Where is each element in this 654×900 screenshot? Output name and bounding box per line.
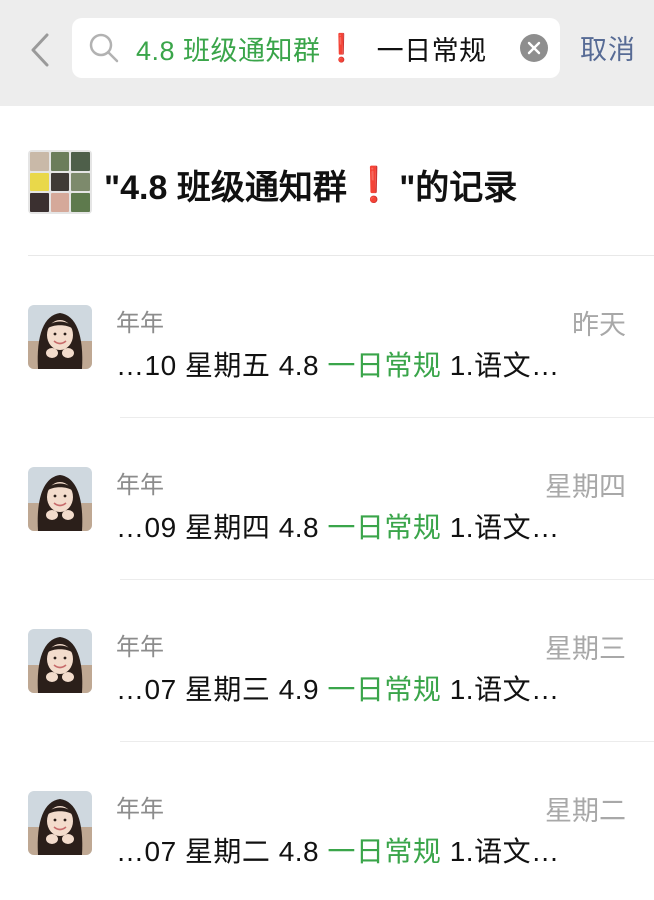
group-member-avatar bbox=[71, 193, 90, 212]
sender-name: 年年 bbox=[116, 634, 164, 661]
exclamation-mark: ❗ bbox=[352, 165, 396, 204]
group-member-avatar bbox=[50, 152, 70, 171]
chat-record-row[interactable]: 年年 星期三 …07 星期三 4.9 一日常规 1.语文… bbox=[0, 580, 654, 742]
avatar bbox=[28, 629, 92, 693]
snippet-highlight: 一日常规 bbox=[327, 512, 442, 543]
avatar-image bbox=[28, 467, 92, 531]
exclamation-mark: ❗ bbox=[324, 33, 359, 63]
avatar-image bbox=[28, 791, 92, 855]
group-member-avatar bbox=[71, 152, 90, 171]
chevron-left-icon bbox=[31, 33, 49, 67]
group-member-avatar bbox=[50, 172, 70, 192]
search-query: 4.8 班级通知群 ❗ 一日常规 bbox=[136, 29, 487, 68]
chat-record-row[interactable]: 年年 星期四 …09 星期四 4.8 一日常规 1.语文… bbox=[0, 418, 654, 580]
sender-name: 年年 bbox=[116, 310, 164, 337]
message-snippet: …10 星期五 4.8 一日常规 1.语文… bbox=[116, 344, 560, 384]
group-member-avatar bbox=[30, 193, 49, 212]
group-member-avatar bbox=[30, 152, 49, 171]
group-avatar bbox=[28, 150, 92, 214]
group-member-avatar bbox=[50, 193, 70, 212]
back-button[interactable] bbox=[22, 28, 58, 72]
group-member-avatar bbox=[30, 172, 49, 192]
snippet-before: …10 星期五 4.8 bbox=[116, 350, 328, 381]
avatar bbox=[28, 791, 92, 855]
message-time: 星期四 bbox=[545, 472, 626, 502]
chat-record-row[interactable]: 年年 星期二 …07 星期二 4.8 一日常规 1.语文… bbox=[0, 742, 654, 900]
message-time: 昨天 bbox=[572, 310, 626, 340]
snippet-after: 1.语文… bbox=[441, 512, 560, 543]
group-title-suffix: "的记录 bbox=[399, 169, 518, 207]
chat-record-row[interactable]: 年年 昨天 …10 星期五 4.8 一日常规 1.语文… bbox=[0, 256, 654, 418]
message-snippet: …07 星期二 4.8 一日常规 1.语文… bbox=[116, 830, 560, 870]
clear-search-button[interactable] bbox=[520, 34, 548, 62]
search-keyword: 一日常规 bbox=[376, 35, 487, 66]
search-bar: 4.8 班级通知群 ❗ 一日常规 取消 bbox=[0, 0, 654, 106]
clear-icon bbox=[527, 41, 541, 55]
group-title-prefix: "4.8 班级通知群 bbox=[104, 169, 347, 207]
avatar bbox=[28, 467, 92, 531]
message-snippet: …07 星期三 4.9 一日常规 1.语文… bbox=[116, 668, 560, 708]
avatar-image bbox=[28, 305, 92, 369]
snippet-highlight: 一日常规 bbox=[327, 836, 442, 867]
message-snippet: …09 星期四 4.8 一日常规 1.语文… bbox=[116, 506, 560, 546]
snippet-after: 1.语文… bbox=[441, 674, 560, 705]
avatar bbox=[28, 305, 92, 369]
search-icon bbox=[89, 33, 119, 63]
snippet-after: 1.语文… bbox=[441, 350, 560, 381]
sender-name: 年年 bbox=[116, 796, 164, 823]
cancel-button[interactable]: 取消 bbox=[580, 28, 636, 67]
message-time: 星期二 bbox=[545, 796, 626, 826]
snippet-before: …09 星期四 4.8 bbox=[116, 512, 328, 543]
snippet-after: 1.语文… bbox=[441, 836, 560, 867]
group-records-title: "4.8 班级通知群 ❗ "的记录 bbox=[104, 160, 517, 209]
snippet-before: …07 星期三 4.9 bbox=[116, 674, 328, 705]
snippet-highlight: 一日常规 bbox=[327, 674, 442, 705]
group-member-avatar bbox=[71, 172, 90, 192]
avatar-image bbox=[28, 629, 92, 693]
search-group-chip[interactable]: 4.8 班级通知群 bbox=[136, 29, 321, 68]
snippet-highlight: 一日常规 bbox=[327, 350, 442, 381]
group-header[interactable]: "4.8 班级通知群 ❗ "的记录 bbox=[0, 106, 654, 256]
message-time: 星期三 bbox=[545, 634, 626, 664]
snippet-before: …07 星期二 4.8 bbox=[116, 836, 328, 867]
sender-name: 年年 bbox=[116, 472, 164, 499]
search-input[interactable]: 4.8 班级通知群 ❗ 一日常规 bbox=[72, 18, 560, 78]
